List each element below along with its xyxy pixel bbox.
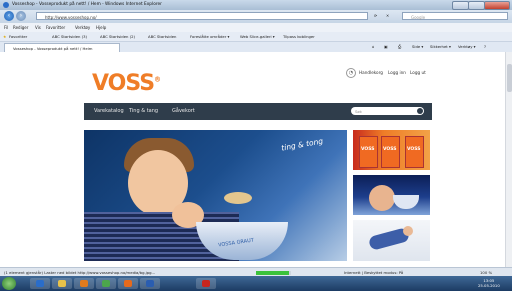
nav-ting-tang[interactable]: Ting & tang xyxy=(129,108,158,114)
favorite-link-5[interactable]: Web Slice-galleri ▾ xyxy=(240,34,275,39)
scrollbar-thumb[interactable] xyxy=(507,64,512,92)
taskbar-firefox[interactable] xyxy=(118,278,138,289)
shopping-bag: VOSS xyxy=(381,136,400,168)
folder-icon xyxy=(58,280,66,287)
favorites-star-icon[interactable]: ★ xyxy=(3,34,6,39)
home-icon[interactable]: ⌂ xyxy=(372,44,374,49)
zoom-level[interactable]: 100 % xyxy=(480,270,492,275)
favorite-link-1[interactable]: ABC Startsiden (3) xyxy=(52,34,87,39)
browser-icon xyxy=(102,280,110,287)
child-thumbnail xyxy=(369,185,395,211)
promo-thumbnail-jump[interactable] xyxy=(353,220,430,261)
pdf-icon xyxy=(202,280,210,287)
menu-item-help[interactable]: Hjelp xyxy=(96,25,106,30)
bowl-thumbnail xyxy=(393,195,419,209)
favorite-link-4[interactable]: Foreslåtte områder ▾ xyxy=(190,34,229,39)
security-zone[interactable]: Internett | Beskyttet modus: På xyxy=(344,270,403,275)
favorite-link-3[interactable]: ABC Startsiden xyxy=(148,34,176,39)
cart-icon[interactable]: ◔ xyxy=(346,68,356,78)
site-search-button[interactable] xyxy=(417,108,423,114)
shopping-bag: VOSS xyxy=(405,136,424,168)
site-search-input[interactable]: Søk xyxy=(351,107,424,115)
search-placeholder: Google xyxy=(411,14,426,20)
page-menu[interactable]: Side ▾ xyxy=(412,44,423,49)
promo-thumbnail-child[interactable] xyxy=(353,175,430,215)
taskbar-word[interactable] xyxy=(140,278,160,289)
spoon xyxy=(224,192,252,204)
menu-item-file[interactable]: Fil xyxy=(4,25,8,30)
taskbar-ie[interactable] xyxy=(30,278,50,289)
clock-date: 25.05.2010 xyxy=(478,283,500,288)
nav-gavekort[interactable]: Gåvekort xyxy=(172,108,195,114)
maximize-button[interactable] xyxy=(468,1,485,10)
window-titlebar: Vosseshop - Vosseprodukt på nett! / Hem … xyxy=(0,0,512,10)
taskbar-chrome[interactable] xyxy=(96,278,116,289)
close-button[interactable] xyxy=(484,1,510,10)
loading-progress xyxy=(256,271,291,275)
ie-icon xyxy=(36,280,44,287)
favorites-label[interactable]: Favoritter xyxy=(9,34,27,39)
search-field[interactable]: Google xyxy=(402,12,508,20)
forward-button[interactable]: › xyxy=(16,11,26,21)
link-cart[interactable]: Handlekorg xyxy=(359,70,383,75)
favorite-link-6[interactable]: Tilpass koblinger xyxy=(283,34,315,39)
firefox-icon xyxy=(124,280,132,287)
site-search-placeholder: Søk xyxy=(355,108,362,114)
url-text: http://www.vosseshop.no/ xyxy=(45,14,97,20)
site-navigation: Varekatalog Ting & tang Gåvekort Søk xyxy=(84,103,432,120)
link-logout[interactable]: Logg ut xyxy=(410,70,426,75)
print-icon[interactable]: ⎙ xyxy=(398,44,401,49)
help-icon[interactable]: ? xyxy=(484,44,486,49)
taskbar-pdf[interactable] xyxy=(196,278,216,289)
menu-item-edit[interactable]: Rediger xyxy=(13,25,28,30)
taskbar-explorer[interactable] xyxy=(52,278,72,289)
jumping-child-head xyxy=(403,226,413,236)
taskbar: 13:05 25.05.2010 xyxy=(0,276,512,291)
hero-tagline: ting & tong xyxy=(280,136,324,153)
menu-bar: Fil Rediger Vis Favoritter Verktøy Hjelp xyxy=(0,23,512,32)
shopping-bag: VOSS xyxy=(359,136,378,168)
safety-menu[interactable]: Sikkerhet ▾ xyxy=(430,44,451,49)
menu-item-favorites[interactable]: Favoritter xyxy=(46,25,65,30)
media-icon xyxy=(80,280,88,287)
tools-menu[interactable]: Verktøy ▾ xyxy=(458,44,476,49)
address-bar: ‹ › http://www.vosseshop.no/ ⟳ ✕ Google xyxy=(0,10,512,23)
taskbar-media[interactable] xyxy=(74,278,94,289)
minimize-button[interactable] xyxy=(452,1,469,10)
back-button[interactable]: ‹ xyxy=(4,11,14,21)
promo-thumbnail-bags[interactable]: VOSS VOSS VOSS xyxy=(353,130,430,170)
status-text: (1 element gjenstår) Laster ned bildet h… xyxy=(4,270,156,275)
vertical-scrollbar[interactable] xyxy=(505,52,512,267)
nav-varekatalog[interactable]: Varekatalog xyxy=(94,108,124,114)
link-login[interactable]: Logg inn xyxy=(388,70,406,75)
url-field[interactable]: http://www.vosseshop.no/ xyxy=(36,12,368,20)
word-icon xyxy=(146,280,154,287)
favorite-link-2[interactable]: ABC Startsiden (2) xyxy=(100,34,135,39)
ie-logo-icon xyxy=(3,2,9,8)
system-clock[interactable]: 13:05 25.05.2010 xyxy=(478,278,500,288)
tab-row: Vosseshop - Vosseprodukt på nett! / Heim… xyxy=(0,42,512,52)
start-button[interactable] xyxy=(2,277,16,290)
window-title: Vosseshop - Vosseprodukt på nett! / Hem … xyxy=(12,2,162,7)
hero-banner[interactable]: VOSSA GRAUT ting & tong xyxy=(84,130,347,261)
favorites-bar: ★ Favoritter ABC Startsiden (3) ABC Star… xyxy=(0,32,512,42)
menu-item-tools[interactable]: Verktøy xyxy=(75,25,90,30)
stop-icon[interactable]: ✕ xyxy=(386,13,389,18)
feeds-icon[interactable]: ▣ xyxy=(384,44,388,49)
site-logo[interactable]: VOSS® xyxy=(92,71,161,96)
refresh-icon[interactable]: ⟳ xyxy=(374,13,377,18)
menu-item-view[interactable]: Vis xyxy=(35,25,41,30)
loading-progress-fill xyxy=(256,271,290,275)
tab-vosseshop[interactable]: Vosseshop - Vosseprodukt på nett! / Heim xyxy=(4,43,120,52)
tab-label: Vosseshop - Vosseprodukt på nett! / Heim xyxy=(13,46,93,51)
